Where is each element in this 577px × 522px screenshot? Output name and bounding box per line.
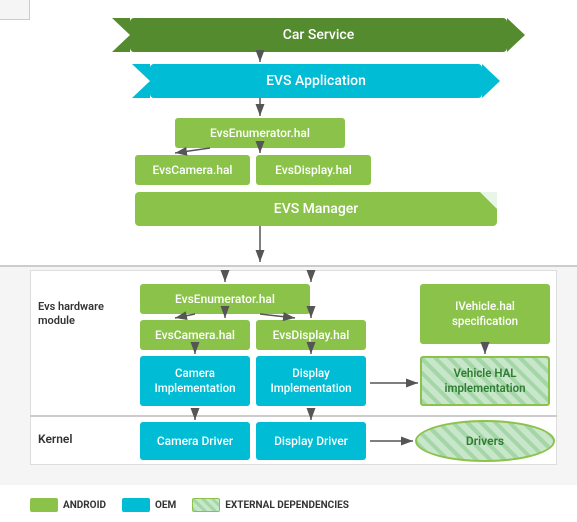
ivehicle-spec-block: IVehicle.hal specification [420,284,550,344]
legend-oem-label: OEM [155,500,176,511]
car-service-label: Car Service [283,27,354,43]
evs-display-hal-top-block: EvsDisplay.hal [256,155,371,185]
kernel-label-text: Kernel [38,432,73,446]
display-driver-block: Display Driver [256,422,366,460]
legend-oem-box [122,498,150,512]
display-implementation-block: Display Implementation [256,356,366,406]
vehicle-hal-impl-label: Vehicle HAL implementation [422,366,548,396]
legend-android-box [30,498,58,512]
evs-camera-hal-bottom-block: EvsCamera.hal [140,320,250,350]
display-driver-label: Display Driver [274,434,348,448]
car-service-block: Car Service [130,18,507,52]
legend: ANDROID OEM EXTERNAL DEPENDENCIES [30,494,557,516]
evs-camera-hal-bottom-label: EvsCamera.hal [155,328,235,342]
evs-display-hal-bottom-label: EvsDisplay.hal [273,328,350,342]
drivers-ellipse-block: Drivers [415,420,555,462]
evs-application-block: EVS Application [150,64,482,98]
evs-application-label: EVS Application [266,73,366,89]
ivehicle-spec-label: IVehicle.hal specification [424,299,546,329]
separator-line-bottom [30,415,557,417]
camera-implementation-label: Camera Implementation [140,366,250,396]
evs-hardware-module-label: Evs hardware module [38,300,106,329]
evs-manager-block: EVS Manager [135,192,497,226]
evs-display-hal-bottom-block: EvsDisplay.hal [256,320,366,350]
legend-android-label: ANDROID [63,500,106,511]
drivers-label: Drivers [466,434,504,448]
camera-implementation-block: Camera Implementation [140,356,250,406]
evs-enumerator-hal-bottom-label: EvsEnumerator.hal [175,292,275,306]
diagram: Car Service EVS Application EvsEnumerato… [0,0,577,522]
kernel-label: Kernel [38,432,73,446]
evs-camera-hal-top-label: EvsCamera.hal [153,163,233,177]
evs-display-hal-top-label: EvsDisplay.hal [275,163,352,177]
hal-row-top: EvsCamera.hal EvsDisplay.hal [135,155,371,185]
evs-enumerator-hal-top-block: EvsEnumerator.hal [175,118,345,148]
evs-enumerator-hal-top-label: EvsEnumerator.hal [210,126,310,140]
legend-oem: OEM [122,498,176,512]
legend-ext-label: EXTERNAL DEPENDENCIES [225,500,349,511]
hal-row-bottom: EvsCamera.hal EvsDisplay.hal [140,320,366,350]
camera-driver-label: Camera Driver [157,434,233,448]
camera-driver-block: Camera Driver [140,422,250,460]
evs-enumerator-hal-bottom-block: EvsEnumerator.hal [140,284,310,314]
vehicle-hal-impl-block: Vehicle HAL implementation [420,356,550,406]
fold-corner [480,192,497,209]
legend-ext: EXTERNAL DEPENDENCIES [192,498,349,512]
page-tab [0,0,30,20]
separator-line-top [0,265,577,267]
evs-hw-label-text: Evs hardware module [38,300,104,327]
display-implementation-label: Display Implementation [256,366,366,396]
evs-manager-label: EVS Manager [274,201,358,217]
legend-ext-box [192,498,220,512]
evs-camera-hal-top-block: EvsCamera.hal [135,155,250,185]
legend-android: ANDROID [30,498,106,512]
